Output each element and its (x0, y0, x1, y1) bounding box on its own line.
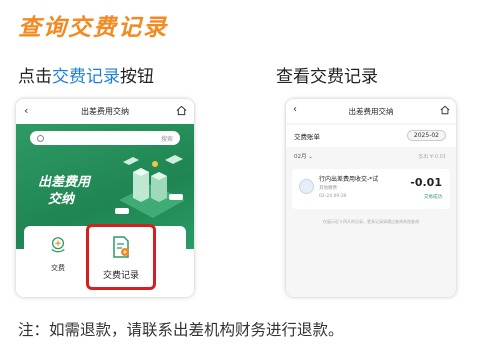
search-icon (37, 134, 44, 142)
right-phone-screenshot: ‹ 出差费用交纳 交费账单 2025-02 02月 ⌄ 支出 ¥-0.01 行内… (286, 99, 456, 297)
left-top-bar: ‹ 出差费用交纳 (16, 99, 194, 124)
item-status: 交易成功 (424, 195, 442, 200)
month-select-label: 02月 (294, 154, 307, 160)
right-top-bar: ‹ 出差费用交纳 (286, 99, 456, 123)
month-summary: 支出 ¥-0.01 (418, 154, 446, 160)
chevron-down-icon: ⌄ (308, 154, 313, 160)
list-hint: 仅展示近十四天的记录，更多记录请通过查询系统查询 (323, 219, 419, 224)
caption-left: 点击交费记录按钮 (18, 62, 154, 87)
back-icon[interactable]: ‹ (293, 104, 297, 115)
search-input[interactable]: 搜索 (30, 131, 180, 145)
page: { "title": "查询交费记录", "captions": { "left… (0, 0, 480, 356)
left-phone-screenshot: ‹ 出差费用交纳 搜索 出差费用 交纳 交费 交费记录 (16, 99, 194, 297)
receipt-icon (113, 236, 129, 258)
caption-left-highlight: 交费记录 (52, 67, 120, 87)
city-illustration (115, 155, 185, 218)
function-cards: 交费 交费记录 (24, 224, 186, 290)
merchant-logo-icon (299, 179, 314, 194)
item-amount: -0.01 (410, 176, 442, 189)
bill-title: 交费账单 (294, 133, 320, 141)
left-header-title: 出差费用交纳 (81, 107, 129, 116)
page-title: 查询交费记录 (18, 15, 168, 41)
item-name: 行内出差费用收交-*试 (319, 176, 379, 183)
caption-left-prefix: 点击 (18, 67, 52, 87)
pay-label: 交费 (51, 264, 65, 272)
payment-records-button[interactable]: 交费记录 (86, 224, 156, 290)
bill-header: 交费账单 2025-02 (286, 125, 456, 147)
slogan-line-1: 出差费用 (38, 175, 91, 190)
slogan-line-2: 交纳 (48, 192, 75, 207)
pay-card[interactable]: 交费 (38, 236, 78, 273)
back-icon[interactable]: ‹ (24, 104, 28, 117)
month-select[interactable]: 02月 ⌄ (294, 152, 313, 160)
item-datetime: 02-24 09:39 (319, 194, 347, 199)
home-icon[interactable] (440, 105, 450, 115)
banner-slogan: 出差费用 交纳 (38, 174, 90, 208)
search-placeholder: 搜索 (160, 135, 173, 143)
records-label: 交费记录 (102, 271, 139, 281)
item-category: 其他缴费 (319, 186, 337, 191)
caption-left-suffix: 按钮 (120, 67, 154, 87)
month-row: 02月 ⌄ 支出 ¥-0.01 (286, 147, 456, 165)
home-icon[interactable] (176, 105, 187, 116)
right-header-title: 出差费用交纳 (348, 106, 394, 116)
year-month-select[interactable]: 2025-02 (406, 130, 446, 141)
refund-note: 注：如需退款，请联系出差机构财务进行退款。 (18, 321, 344, 339)
list-item[interactable]: 行内出差费用收交-*试 其他缴费 02-24 09:39 -0.01 交易成功 (292, 169, 450, 209)
pay-icon (51, 237, 65, 253)
caption-right: 查看交费记录 (276, 67, 378, 87)
